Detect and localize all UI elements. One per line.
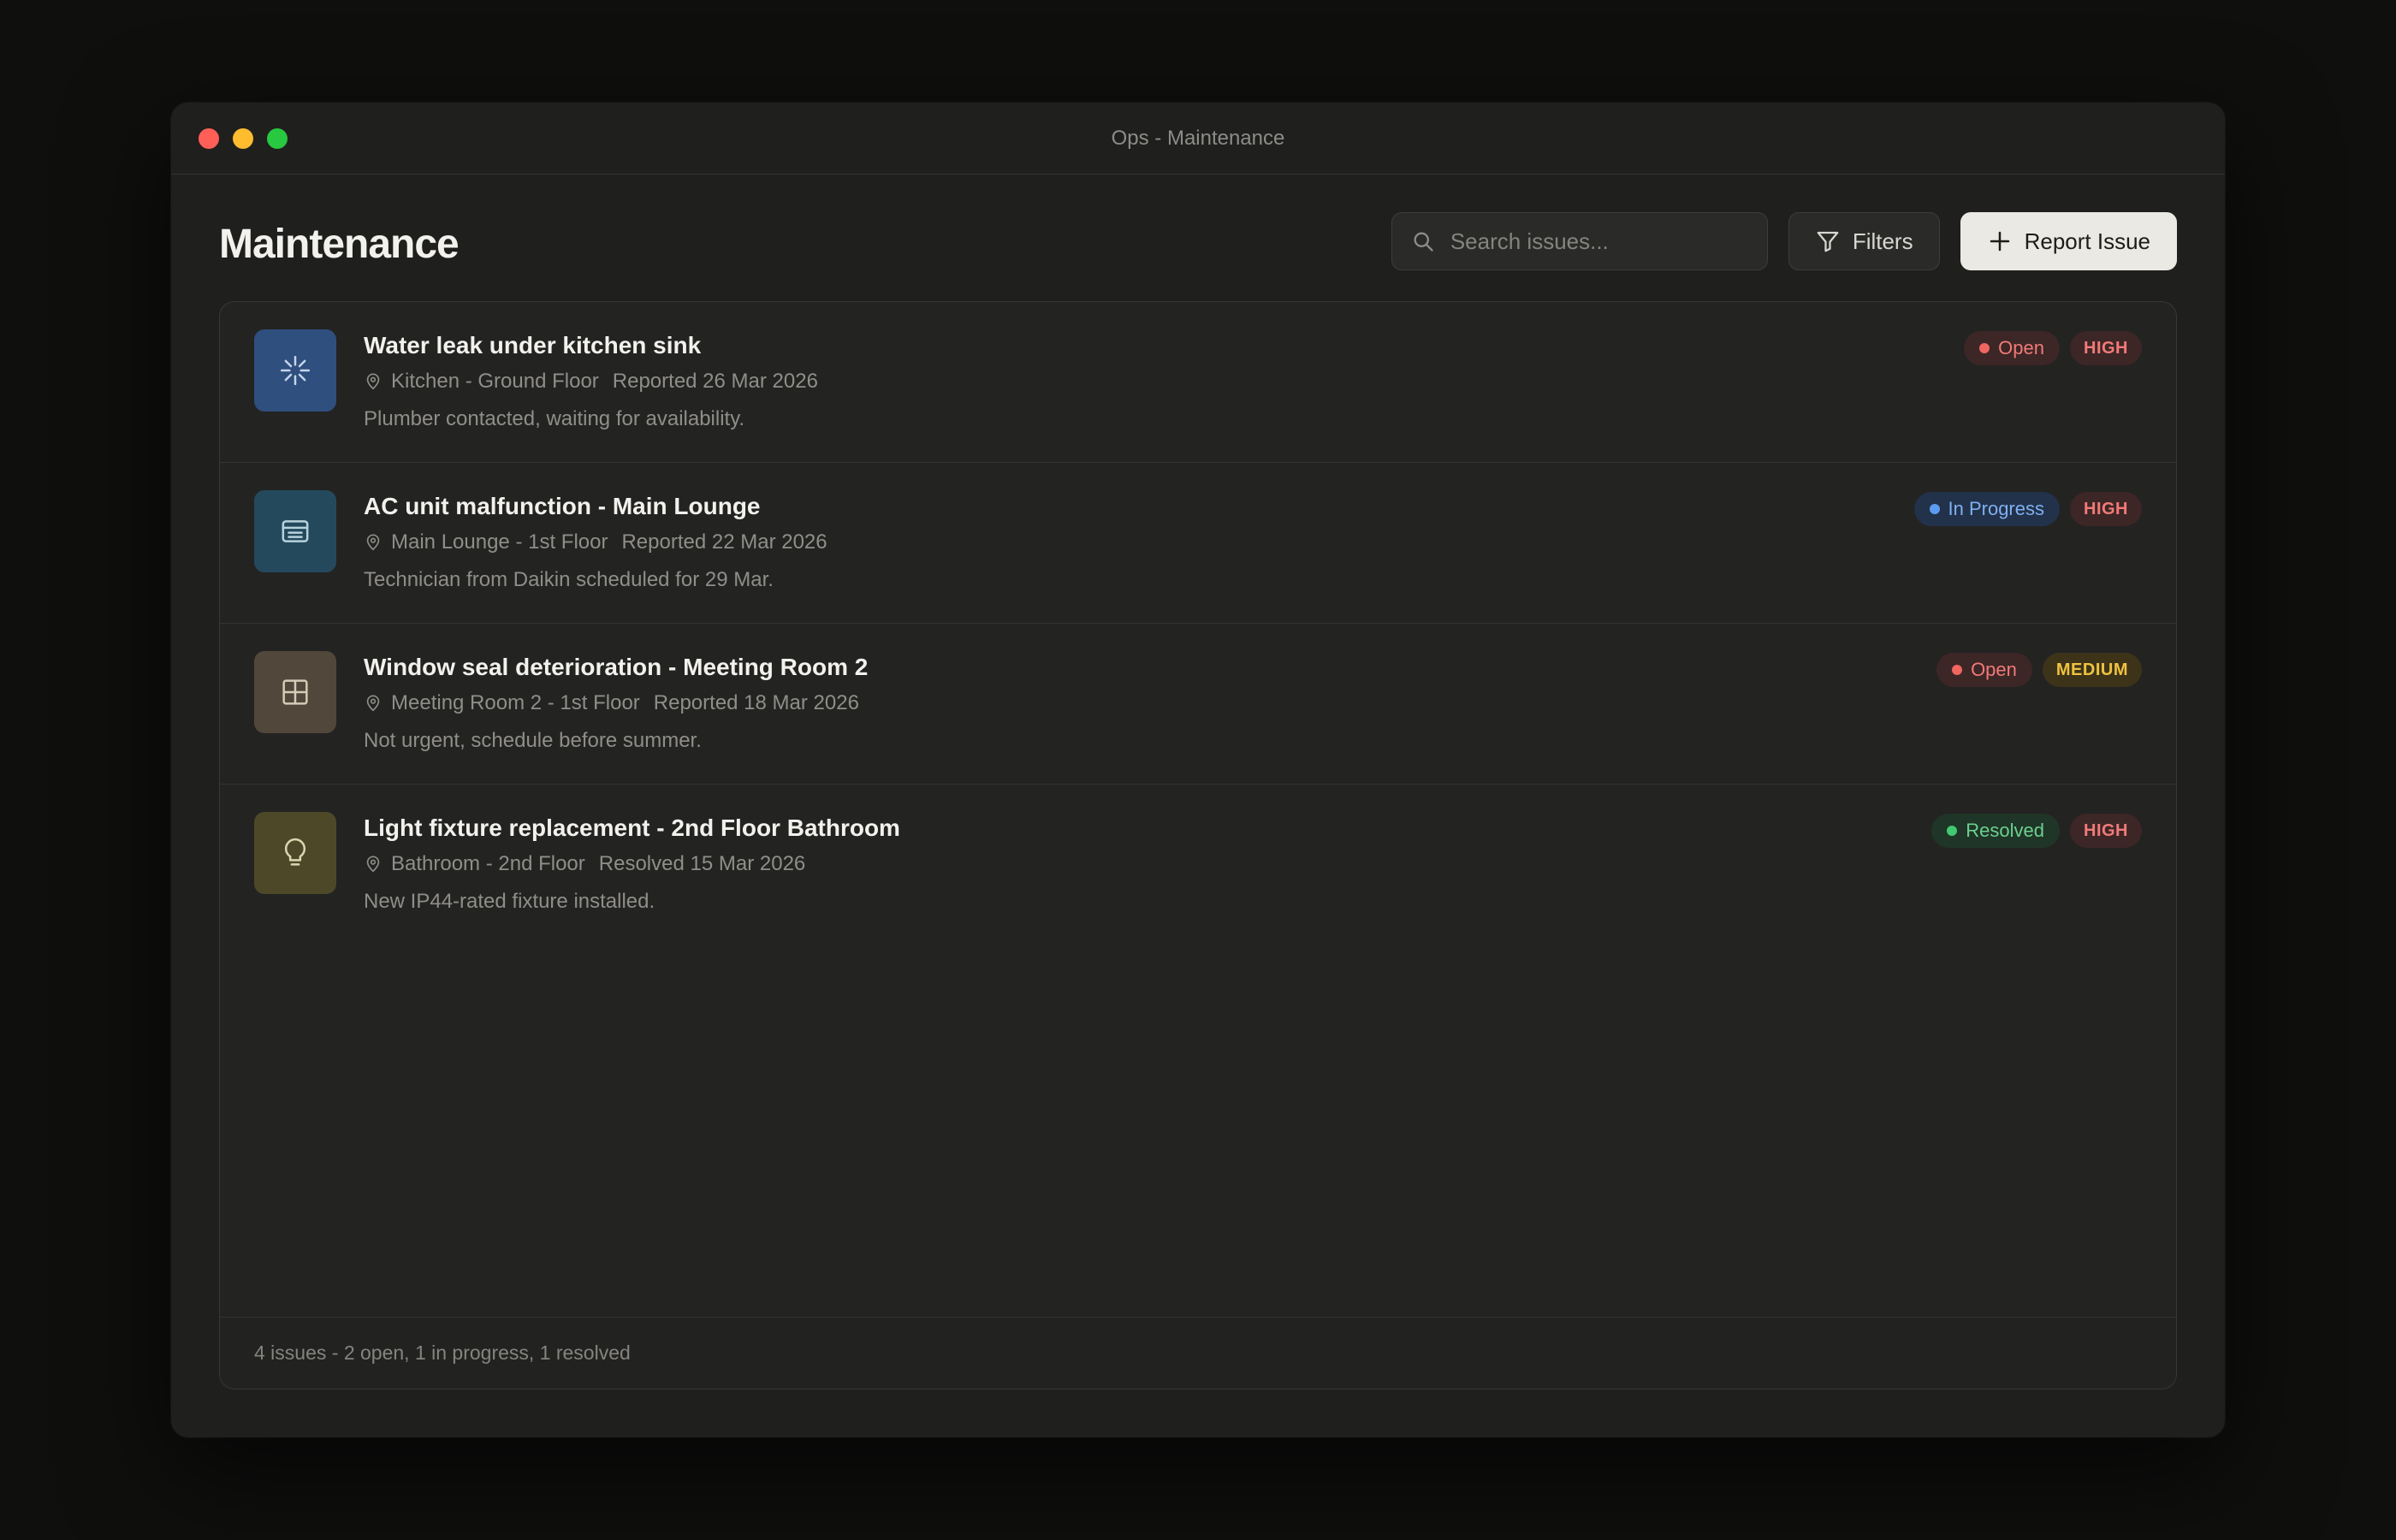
issue-thumbnail: [254, 329, 336, 412]
issue-details: Light fixture replacement - 2nd Floor Ba…: [364, 814, 900, 915]
status-dot: [1979, 343, 1990, 353]
issue-title: Light fixture replacement - 2nd Floor Ba…: [364, 814, 900, 841]
location-pin-icon: [366, 534, 380, 551]
issue-location: Main Lounge - 1st Floor: [391, 530, 608, 554]
priority-badge: HIGH: [2070, 331, 2142, 365]
issue-details: Window seal deterioration - Meeting Room…: [364, 653, 868, 754]
issue-thumbnail: [254, 812, 336, 894]
app-window: Ops - Maintenance Maintenance Filters: [171, 103, 2225, 1437]
location-pin-icon: [366, 695, 380, 712]
main-content: Maintenance Filters Report Issue: [219, 175, 2177, 1389]
issue-date: Reported 26 Mar 2026: [612, 370, 818, 393]
search-input[interactable]: [1450, 228, 1748, 255]
status-label: Open: [1998, 337, 2044, 358]
priority-badge: MEDIUM: [2042, 653, 2142, 687]
issue-badges: Open HIGH: [1964, 331, 2142, 365]
location-pin-icon: [366, 856, 380, 873]
close-window-button[interactable]: [199, 128, 219, 149]
window-controls: [199, 128, 288, 149]
issue-thumbnail: [254, 651, 336, 733]
issue-date: Reported 22 Mar 2026: [621, 530, 827, 554]
lightbulb-icon: [284, 838, 306, 866]
issue-date: Reported 18 Mar 2026: [653, 691, 859, 714]
issue-row[interactable]: Window seal deterioration - Meeting Room…: [220, 624, 2176, 785]
issue-thumbnail: [254, 490, 336, 572]
issue-badges: In Progress HIGH: [1913, 492, 2142, 526]
issue-date: Resolved 15 Mar 2026: [598, 852, 806, 875]
search-field[interactable]: [1391, 212, 1768, 270]
status-badge: In Progress: [1913, 492, 2060, 526]
minimize-window-button[interactable]: [233, 128, 253, 149]
title-bar: Ops - Maintenance: [171, 103, 2225, 175]
zoom-window-button[interactable]: [267, 128, 288, 149]
status-dot: [1947, 826, 1958, 836]
location-pin-icon: [366, 373, 380, 390]
issue-title: AC unit malfunction - Main Lounge: [364, 493, 761, 519]
issue-location: Meeting Room 2 - 1st Floor: [391, 691, 640, 714]
filter-icon: [1817, 231, 1839, 252]
issues-summary: 4 issues - 2 open, 1 in progress, 1 reso…: [254, 1342, 631, 1364]
header-toolbar: Filters Report Issue: [1391, 212, 2177, 270]
report-issue-button[interactable]: Report Issue: [1960, 212, 2177, 270]
status-badge: Open: [1936, 653, 2032, 687]
status-label: Open: [1971, 659, 2017, 680]
issue-meta: Meeting Room 2 - 1st Floor Reported 18 M…: [364, 690, 868, 716]
report-issue-label: Report Issue: [2024, 228, 2150, 254]
page-title: Maintenance: [219, 222, 460, 267]
list-footer: 4 issues - 2 open, 1 in progress, 1 reso…: [220, 1317, 2176, 1389]
issue-note: Plumber contacted, waiting for availabil…: [364, 407, 745, 430]
issues-list: Water leak under kitchen sink Kitchen - …: [219, 301, 2177, 1389]
issue-note: Not urgent, schedule before summer.: [364, 729, 702, 752]
window-icon: [282, 679, 308, 705]
issue-badges: Resolved HIGH: [1931, 814, 2142, 848]
status-badge: Open: [1964, 331, 2060, 365]
filters-label: Filters: [1852, 228, 1913, 254]
issue-location: Kitchen - Ground Floor: [391, 370, 599, 393]
issue-details: Water leak under kitchen sink Kitchen - …: [364, 331, 818, 432]
priority-badge: HIGH: [2070, 492, 2142, 526]
window-title: Ops - Maintenance: [1111, 126, 1285, 150]
issue-meta: Kitchen - Ground Floor Reported 26 Mar 2…: [364, 369, 818, 394]
issue-row[interactable]: AC unit malfunction - Main Lounge Main L…: [220, 463, 2176, 624]
issue-row[interactable]: Water leak under kitchen sink Kitchen - …: [220, 302, 2176, 463]
sparkle-icon: [280, 355, 311, 386]
status-badge: Resolved: [1931, 814, 2060, 848]
issue-meta: Main Lounge - 1st Floor Reported 22 Mar …: [364, 530, 827, 555]
issue-note: New IP44-rated fixture installed.: [364, 890, 655, 913]
filters-button[interactable]: Filters: [1788, 212, 1940, 270]
status-dot: [1929, 504, 1940, 514]
plus-icon: [1990, 231, 2009, 252]
status-label: Resolved: [1966, 820, 2044, 841]
issue-meta: Bathroom - 2nd Floor Resolved 15 Mar 202…: [364, 851, 900, 877]
issue-badges: Open MEDIUM: [1936, 653, 2142, 687]
issue-location: Bathroom - 2nd Floor: [391, 852, 585, 875]
ac-unit-icon: [282, 520, 309, 542]
status-dot: [1952, 665, 1963, 675]
status-label: In Progress: [1948, 498, 2045, 519]
priority-badge: HIGH: [2070, 814, 2142, 848]
search-icon: [1414, 232, 1433, 252]
issue-title: Window seal deterioration - Meeting Room…: [364, 654, 869, 680]
issue-row[interactable]: Light fixture replacement - 2nd Floor Ba…: [220, 785, 2176, 945]
issue-note: Technician from Daikin scheduled for 29 …: [364, 568, 774, 591]
issue-details: AC unit malfunction - Main Lounge Main L…: [364, 492, 827, 593]
issue-title: Water leak under kitchen sink: [364, 332, 702, 358]
